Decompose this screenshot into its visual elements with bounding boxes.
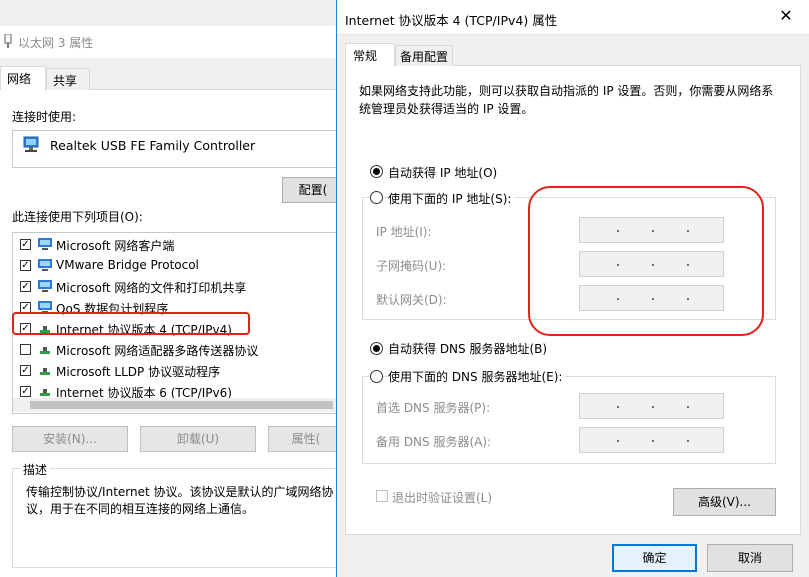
list-item[interactable]: Microsoft 网络适配器多路传送器协议 xyxy=(13,339,341,360)
item-checkbox[interactable] xyxy=(20,344,31,355)
ethernet-plug-icon xyxy=(4,34,12,48)
close-icon[interactable]: ✕ xyxy=(776,6,796,26)
subnet-mask-label: 子网掩码(U): xyxy=(376,259,447,273)
ipv4-item-highlight xyxy=(12,312,250,335)
tab-alternate-configuration[interactable]: 备用配置 xyxy=(395,45,453,66)
tab-network[interactable]: 网络 xyxy=(0,66,46,90)
item-checkbox[interactable] xyxy=(20,281,31,292)
item-checkbox[interactable] xyxy=(20,365,31,376)
dns-auto-label: 自动获得 DNS 服务器地址(B) xyxy=(388,342,548,356)
list-item[interactable]: Microsoft 网络客户端 xyxy=(13,234,341,255)
preferred-dns-label: 首选 DNS 服务器(P): xyxy=(376,401,491,415)
preferred-dns-input[interactable] xyxy=(579,393,724,419)
network-adapter-icon xyxy=(23,136,39,152)
ok-button[interactable]: 确定 xyxy=(612,544,697,572)
description-text: 传输控制协议/Internet 协议。该协议是默认的广域网络协议，用于在不同的相… xyxy=(26,485,334,516)
ip-auto-label: 自动获得 IP 地址(O) xyxy=(388,166,498,180)
alternate-dns-input[interactable] xyxy=(579,427,724,453)
item-checkbox[interactable] xyxy=(20,260,31,271)
items-list-label: 此连接使用下列项目(O): xyxy=(12,210,143,224)
item-checkbox[interactable] xyxy=(20,386,31,397)
scrollbar-thumb[interactable] xyxy=(30,401,333,409)
description-group xyxy=(12,468,342,568)
adapter-name: Realtek USB FE Family Controller xyxy=(50,138,256,153)
ip-fields-highlight xyxy=(528,186,764,336)
cancel-button[interactable]: 取消 xyxy=(707,544,793,572)
item-checkbox[interactable] xyxy=(20,239,31,250)
install-button[interactable]: 安装(N)... xyxy=(12,426,128,452)
list-item[interactable]: VMware Bridge Protocol xyxy=(13,255,341,276)
alternate-dns-label: 备用 DNS 服务器(A): xyxy=(376,435,492,449)
ip-manual-label: 使用下面的 IP 地址(S): xyxy=(388,190,515,207)
ip-address-label: IP 地址(I): xyxy=(376,225,432,239)
default-gateway-label: 默认网关(D): xyxy=(376,293,447,307)
item-label: Microsoft 网络的文件和打印机共享 xyxy=(56,281,247,295)
list-item[interactable]: Microsoft LLDP 协议驱动程序 xyxy=(13,360,341,381)
network-client-icon xyxy=(38,238,52,250)
protocol-icon xyxy=(40,368,50,375)
connect-using-label: 连接时使用: xyxy=(12,110,77,124)
configure-button[interactable]: 配置( xyxy=(282,177,344,203)
tab-general[interactable]: 常规 xyxy=(345,43,395,67)
dns-auto-radio[interactable] xyxy=(370,342,383,355)
list-item[interactable]: Microsoft 网络的文件和打印机共享 xyxy=(13,276,341,297)
description-legend: 描述 xyxy=(20,461,51,478)
network-protocol-icon xyxy=(38,259,52,271)
item-label: VMware Bridge Protocol xyxy=(56,258,199,272)
ip-manual-radio[interactable] xyxy=(370,191,383,204)
network-service-icon xyxy=(38,280,52,292)
advanced-button[interactable]: 高级(V)... xyxy=(673,488,776,516)
dns-manual-radio[interactable] xyxy=(370,370,383,383)
ip-auto-radio[interactable] xyxy=(370,165,383,178)
intro-text: 如果网络支持此功能，则可以获取自动指派的 IP 设置。否则，你需要从网络系统管理… xyxy=(359,84,774,116)
validate-on-exit-checkbox[interactable] xyxy=(376,490,388,502)
item-label: Microsoft 网络适配器多路传送器协议 xyxy=(56,344,259,358)
item-label: Microsoft 网络客户端 xyxy=(56,239,175,253)
tab-sharing[interactable]: 共享 xyxy=(46,68,90,90)
dialog-title: Internet 协议版本 4 (TCP/IPv4) 属性 xyxy=(345,13,558,28)
dns-manual-label: 使用下面的 DNS 服务器地址(E): xyxy=(388,368,566,385)
validate-on-exit-label: 退出时验证设置(L) xyxy=(392,491,493,505)
protocol-icon xyxy=(40,389,50,396)
item-label: Microsoft LLDP 协议驱动程序 xyxy=(56,365,221,379)
protocol-icon xyxy=(40,347,50,354)
properties-button[interactable]: 属性( xyxy=(268,426,344,452)
uninstall-button[interactable]: 卸载(U) xyxy=(140,426,256,452)
adapter-window-title: 以太网 3 属性 xyxy=(18,36,94,50)
